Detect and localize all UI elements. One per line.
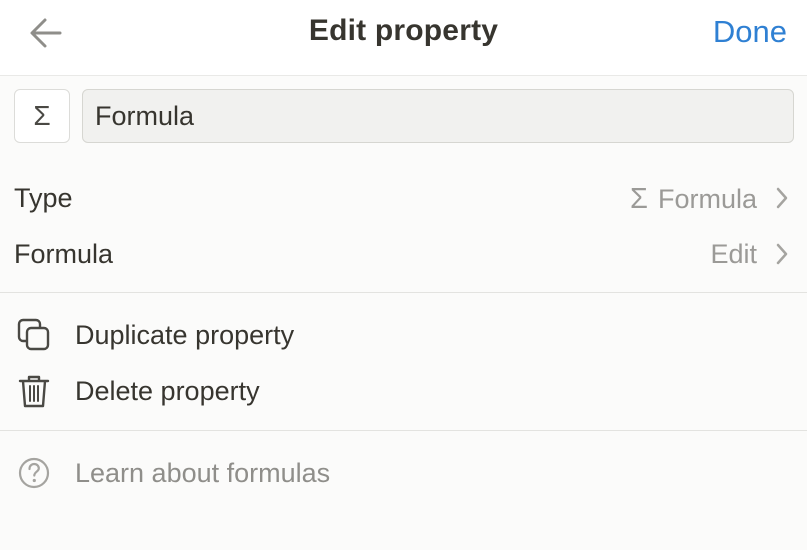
type-label: Type bbox=[14, 183, 73, 213]
type-row[interactable]: Type Σ Formula bbox=[0, 170, 807, 224]
sigma-icon: Σ bbox=[630, 183, 648, 215]
property-icon-button[interactable]: Σ bbox=[14, 89, 70, 143]
formula-row[interactable]: Formula Edit bbox=[0, 226, 807, 280]
question-circle-icon bbox=[18, 457, 50, 489]
done-button[interactable]: Done bbox=[713, 14, 787, 50]
learn-about-formulas-label: Learn about formulas bbox=[75, 458, 331, 488]
formula-edit-value: Edit bbox=[710, 239, 757, 269]
formula-label: Formula bbox=[14, 239, 114, 269]
delete-property-label: Delete property bbox=[75, 376, 260, 406]
learn-about-formulas-link[interactable]: Learn about formulas bbox=[0, 445, 807, 499]
duplicate-property-label: Duplicate property bbox=[75, 320, 295, 350]
duplicate-icon bbox=[17, 318, 50, 351]
chevron-right-icon bbox=[776, 187, 788, 209]
divider bbox=[0, 292, 807, 293]
divider bbox=[0, 430, 807, 431]
chevron-right-icon bbox=[776, 243, 788, 265]
delete-property-button[interactable]: Delete property bbox=[0, 363, 807, 417]
type-value-text: Formula bbox=[657, 184, 757, 214]
trash-icon bbox=[18, 375, 50, 408]
page-title: Edit property bbox=[308, 14, 499, 47]
type-value: Σ Formula bbox=[630, 183, 757, 216]
property-name-input[interactable] bbox=[82, 89, 794, 143]
header-bar: Edit property Done bbox=[0, 0, 807, 76]
sigma-icon: Σ bbox=[33, 100, 51, 131]
duplicate-property-button[interactable]: Duplicate property bbox=[0, 307, 807, 361]
